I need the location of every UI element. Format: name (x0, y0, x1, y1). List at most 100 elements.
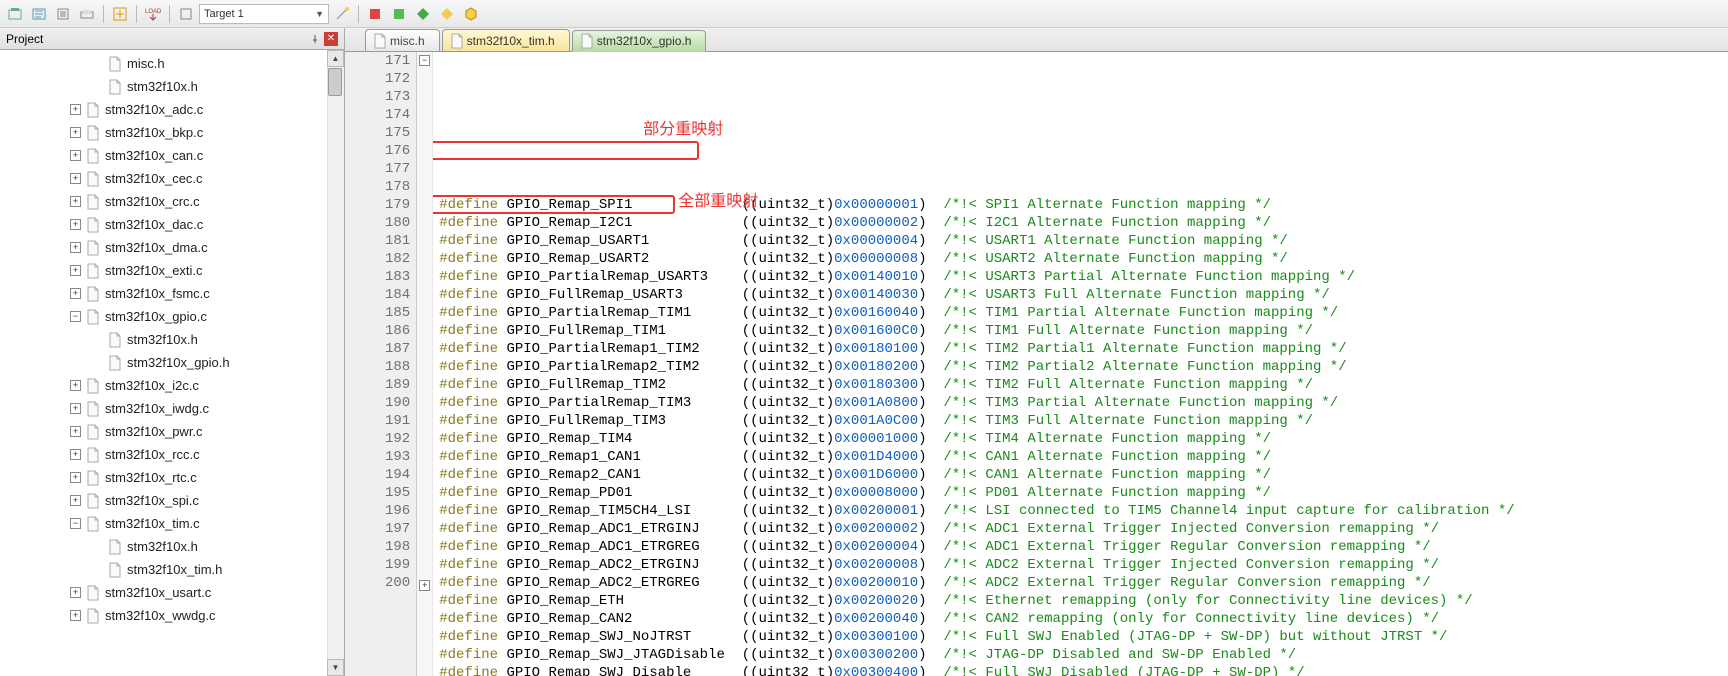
code-line[interactable]: #define GPIO_PartialRemap_TIM3 ((uint32_… (439, 394, 1728, 412)
toolbar-icon-5[interactable] (109, 3, 131, 25)
tree-toggle-icon[interactable]: + (70, 610, 81, 621)
tree-item[interactable]: + stm32f10x_dma.c (0, 236, 344, 259)
tree-item[interactable]: + stm32f10x_usart.c (0, 581, 344, 604)
tree-item[interactable]: + stm32f10x_rcc.c (0, 443, 344, 466)
scrollbar-track[interactable]: ▲ ▼ (327, 50, 344, 676)
code-line[interactable]: #define GPIO_Remap_SWJ_JTAGDisable ((uin… (439, 646, 1728, 664)
toolbar-icon-1[interactable] (4, 3, 26, 25)
code-line[interactable]: #define GPIO_Remap_ADC2_ETRGREG ((uint32… (439, 574, 1728, 592)
scroll-down-arrow[interactable]: ▼ (327, 659, 344, 676)
tree-toggle-icon[interactable]: + (70, 472, 81, 483)
tree-toggle-icon[interactable]: + (70, 219, 81, 230)
tree-item[interactable]: misc.h (0, 52, 344, 75)
code-line[interactable]: #define GPIO_Remap_ADC1_ETRGREG ((uint32… (439, 538, 1728, 556)
tree-item[interactable]: + stm32f10x_wwdg.c (0, 604, 344, 627)
code-line[interactable]: #define GPIO_Remap_TIM5CH4_LSI ((uint32_… (439, 502, 1728, 520)
tree-item[interactable]: + stm32f10x_dac.c (0, 213, 344, 236)
code-line[interactable]: #define GPIO_Remap_I2C1 ((uint32_t)0x000… (439, 214, 1728, 232)
code-line[interactable]: #define GPIO_Remap_TIM4 ((uint32_t)0x000… (439, 430, 1728, 448)
toolbar-diamond-green-icon[interactable] (412, 3, 434, 25)
code-line[interactable]: #define GPIO_Remap_USART1 ((uint32_t)0x0… (439, 232, 1728, 250)
toolbar-target-icon[interactable] (175, 3, 197, 25)
editor-tab[interactable]: stm32f10x_gpio.h (572, 30, 707, 52)
toolbar-cube-icon[interactable] (460, 3, 482, 25)
tree-toggle-icon[interactable]: + (70, 449, 81, 460)
code-line[interactable]: #define GPIO_FullRemap_TIM1 ((uint32_t)0… (439, 322, 1728, 340)
code-line[interactable]: #define GPIO_Remap_USART2 ((uint32_t)0x0… (439, 250, 1728, 268)
tree-item[interactable]: + stm32f10x_cec.c (0, 167, 344, 190)
tree-toggle-icon[interactable]: − (70, 311, 81, 322)
tree-item[interactable]: + stm32f10x_bkp.c (0, 121, 344, 144)
tree-toggle-icon[interactable]: + (70, 380, 81, 391)
tree-toggle-icon[interactable]: + (70, 265, 81, 276)
tree-toggle-icon[interactable]: + (70, 150, 81, 161)
tree-toggle-icon[interactable]: + (70, 127, 81, 138)
code-content[interactable]: 部分重映射 全部重映射 #define GPIO_Remap_SPI1 ((ui… (433, 52, 1728, 676)
fold-column[interactable]: −+ (417, 52, 433, 676)
code-line[interactable]: #define GPIO_FullRemap_TIM3 ((uint32_t)0… (439, 412, 1728, 430)
toolbar-icon-3[interactable] (52, 3, 74, 25)
close-icon[interactable]: ✕ (324, 32, 338, 46)
tree-item[interactable]: stm32f10x_gpio.h (0, 351, 344, 374)
toolbar-icon-4[interactable] (76, 3, 98, 25)
code-line[interactable]: #define GPIO_Remap_SPI1 ((uint32_t)0x000… (439, 196, 1728, 214)
tree-item[interactable]: stm32f10x.h (0, 328, 344, 351)
code-line[interactable]: #define GPIO_FullRemap_TIM2 ((uint32_t)0… (439, 376, 1728, 394)
toolbar-red-icon[interactable] (364, 3, 386, 25)
code-line[interactable]: #define GPIO_Remap_CAN2 ((uint32_t)0x002… (439, 610, 1728, 628)
tree-item[interactable]: + stm32f10x_pwr.c (0, 420, 344, 443)
fold-toggle-icon[interactable]: + (419, 580, 430, 591)
tree-item[interactable]: + stm32f10x_adc.c (0, 98, 344, 121)
tree-item[interactable]: + stm32f10x_fsmc.c (0, 282, 344, 305)
tree-item[interactable]: + stm32f10x_spi.c (0, 489, 344, 512)
code-line[interactable]: #define GPIO_Remap_SWJ_Disable ((uint32_… (439, 664, 1728, 676)
tree-item[interactable]: stm32f10x_tim.h (0, 558, 344, 581)
code-line[interactable]: #define GPIO_FullRemap_USART3 ((uint32_t… (439, 286, 1728, 304)
tree-item[interactable]: + stm32f10x_can.c (0, 144, 344, 167)
code-line[interactable]: #define GPIO_Remap_ADC1_ETRGINJ ((uint32… (439, 520, 1728, 538)
code-line[interactable] (439, 178, 1728, 196)
tree-toggle-icon[interactable]: + (70, 426, 81, 437)
editor-tab[interactable]: stm32f10x_tim.h (442, 29, 570, 51)
tree-item[interactable]: − stm32f10x_gpio.c (0, 305, 344, 328)
code-area[interactable]: 1711721731741751761771781791801811821831… (345, 52, 1728, 676)
editor-tab[interactable]: misc.h (365, 29, 440, 51)
tree-toggle-icon[interactable]: + (70, 173, 81, 184)
project-tree[interactable]: ▲ ▼ misc.h stm32f10x.h + stm32f10x_adc.c… (0, 50, 344, 676)
tree-toggle-icon[interactable]: + (70, 288, 81, 299)
load-icon[interactable]: LOAD (142, 3, 164, 25)
tree-item[interactable]: + stm32f10x_crc.c (0, 190, 344, 213)
toolbar-icon-2[interactable] (28, 3, 50, 25)
code-line[interactable]: #define GPIO_Remap1_CAN1 ((uint32_t)0x00… (439, 448, 1728, 466)
code-line[interactable]: #define GPIO_PartialRemap2_TIM2 ((uint32… (439, 358, 1728, 376)
tree-item[interactable]: + stm32f10x_rtc.c (0, 466, 344, 489)
toolbar-wand-icon[interactable] (331, 3, 353, 25)
scrollbar-thumb[interactable] (328, 68, 342, 96)
toolbar-green-icon[interactable] (388, 3, 410, 25)
tree-toggle-icon[interactable]: + (70, 587, 81, 598)
tree-item[interactable]: + stm32f10x_iwdg.c (0, 397, 344, 420)
code-line[interactable]: #define GPIO_Remap_ADC2_ETRGINJ ((uint32… (439, 556, 1728, 574)
code-line[interactable]: #define GPIO_PartialRemap1_TIM2 ((uint32… (439, 340, 1728, 358)
tree-item[interactable]: − stm32f10x_tim.c (0, 512, 344, 535)
pin-icon[interactable] (308, 32, 322, 46)
tree-toggle-icon[interactable]: + (70, 196, 81, 207)
code-line[interactable]: #define GPIO_Remap_PD01 ((uint32_t)0x000… (439, 484, 1728, 502)
code-line[interactable]: #define GPIO_PartialRemap_USART3 ((uint3… (439, 268, 1728, 286)
code-line[interactable]: #define GPIO_Remap_ETH ((uint32_t)0x0020… (439, 592, 1728, 610)
scroll-up-arrow[interactable]: ▲ (327, 50, 344, 67)
code-line[interactable]: #define GPIO_Remap_SWJ_NoJTRST ((uint32_… (439, 628, 1728, 646)
tree-toggle-icon[interactable]: + (70, 403, 81, 414)
code-line[interactable]: #define GPIO_Remap2_CAN1 ((uint32_t)0x00… (439, 466, 1728, 484)
tree-toggle-icon[interactable]: + (70, 104, 81, 115)
tree-item[interactable]: + stm32f10x_i2c.c (0, 374, 344, 397)
tree-item[interactable]: + stm32f10x_exti.c (0, 259, 344, 282)
target-dropdown[interactable]: Target 1 ▼ (199, 4, 329, 24)
fold-toggle-icon[interactable]: − (419, 55, 430, 66)
toolbar-diamond-yellow-icon[interactable] (436, 3, 458, 25)
code-line[interactable]: #define GPIO_PartialRemap_TIM1 ((uint32_… (439, 304, 1728, 322)
tree-item[interactable]: stm32f10x.h (0, 535, 344, 558)
tree-toggle-icon[interactable]: + (70, 242, 81, 253)
tree-toggle-icon[interactable]: − (70, 518, 81, 529)
tree-toggle-icon[interactable]: + (70, 495, 81, 506)
